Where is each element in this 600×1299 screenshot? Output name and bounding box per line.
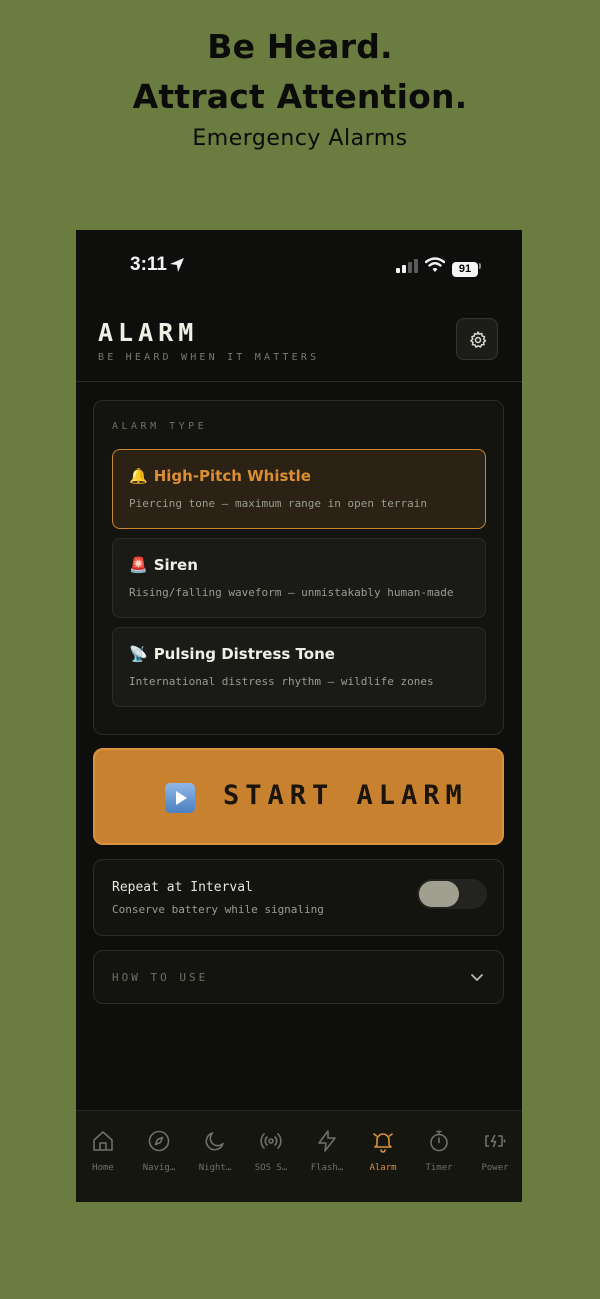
- tab-flashlight[interactable]: Flash…: [299, 1111, 355, 1181]
- satellite-emoji-icon: 📡: [129, 645, 148, 663]
- start-alarm-label: START ALARM: [223, 780, 468, 811]
- bottom-tab-bar: Home Navig… Night… SOS S… Flash… Alarm T…: [76, 1110, 522, 1202]
- battery-icon: 91: [452, 257, 481, 277]
- tab-night[interactable]: Night…: [187, 1111, 243, 1181]
- promo-header: Be Heard. Attract Attention. Emergency A…: [0, 22, 600, 154]
- gear-icon: [470, 331, 487, 348]
- tab-label: SOS S…: [254, 1163, 288, 1173]
- repeat-desc: Conserve battery while signaling: [112, 903, 324, 916]
- phone-screen: 3:11 91 ALARM BE HEARD WHEN IT MATTERS A…: [76, 230, 522, 1202]
- promo-line-2: Attract Attention.: [132, 77, 468, 116]
- alarm-type-card: ALARM TYPE 🔔 High-Pitch Whistle Piercing …: [93, 400, 504, 735]
- battery-charging-icon: [485, 1134, 506, 1148]
- broadcast-icon: [260, 1133, 282, 1149]
- alarm-option-title: High-Pitch Whistle: [153, 467, 311, 485]
- tab-label: Night…: [198, 1163, 232, 1173]
- location-arrow-icon: [169, 257, 185, 277]
- tab-label: Flash…: [310, 1163, 344, 1173]
- tab-navigation[interactable]: Navig…: [131, 1111, 187, 1181]
- alarm-option-whistle[interactable]: 🔔 High-Pitch Whistle Piercing tone — maxi…: [112, 449, 486, 529]
- battery-level: 91: [452, 262, 478, 277]
- how-to-use-accordion[interactable]: HOW TO USE: [93, 950, 504, 1004]
- flash-icon: [318, 1130, 336, 1152]
- chevron-down-icon: [471, 974, 483, 981]
- toggle-knob: [419, 881, 459, 907]
- play-icon: [165, 783, 195, 813]
- tab-label: Power: [481, 1163, 509, 1173]
- tab-label: Timer: [425, 1163, 453, 1173]
- siren-emoji-icon: 🚨: [129, 556, 148, 574]
- app-header: ALARM BE HEARD WHEN IT MATTERS: [76, 300, 522, 382]
- alarm-option-desc: Rising/falling waveform — unmistakably h…: [129, 586, 454, 599]
- alarm-option-title: Pulsing Distress Tone: [153, 645, 335, 663]
- settings-button[interactable]: [456, 318, 498, 360]
- tab-timer[interactable]: Timer: [411, 1111, 467, 1181]
- alarm-option-siren[interactable]: 🚨 Siren Rising/falling waveform — unmista…: [112, 538, 486, 618]
- cellular-signal-icon: [396, 258, 418, 277]
- status-bar: 3:11 91: [76, 230, 522, 300]
- repeat-interval-card: Repeat at Interval Conserve battery whil…: [93, 859, 504, 936]
- bell-icon: [373, 1133, 393, 1153]
- alarm-option-desc: Piercing tone — maximum range in open te…: [129, 497, 428, 510]
- promo-line-1: Be Heard.: [207, 27, 393, 66]
- tab-sos[interactable]: SOS S…: [243, 1111, 299, 1181]
- wifi-icon: [424, 257, 446, 277]
- home-icon: [93, 1131, 113, 1151]
- status-time: 3:11: [130, 254, 167, 275]
- tab-label: Navig…: [142, 1163, 176, 1173]
- bell-emoji-icon: 🔔: [129, 467, 148, 485]
- tab-power[interactable]: Power: [467, 1111, 522, 1181]
- start-alarm-button[interactable]: START ALARM: [93, 748, 504, 845]
- tab-label: Alarm: [369, 1163, 397, 1173]
- alarm-option-pulsing[interactable]: 📡 Pulsing Distress Tone International dis…: [112, 627, 486, 707]
- repeat-title: Repeat at Interval: [112, 880, 253, 895]
- tab-alarm[interactable]: Alarm: [355, 1111, 411, 1181]
- tab-home[interactable]: Home: [76, 1111, 131, 1181]
- alarm-option-title: Siren: [153, 556, 198, 574]
- moon-icon: [205, 1132, 224, 1151]
- page-title: ALARM: [98, 318, 199, 347]
- alarm-option-desc: International distress rhythm — wildlife…: [129, 675, 434, 688]
- page-tagline: BE HEARD WHEN IT MATTERS: [98, 352, 320, 363]
- tab-label: Home: [92, 1163, 114, 1173]
- repeat-toggle[interactable]: [417, 879, 487, 909]
- how-to-use-label: HOW TO USE: [112, 971, 209, 984]
- promo-subtitle: Emergency Alarms: [192, 126, 408, 151]
- compass-icon: [148, 1130, 170, 1152]
- alarm-type-label: ALARM TYPE: [112, 421, 208, 432]
- timer-icon: [430, 1130, 448, 1152]
